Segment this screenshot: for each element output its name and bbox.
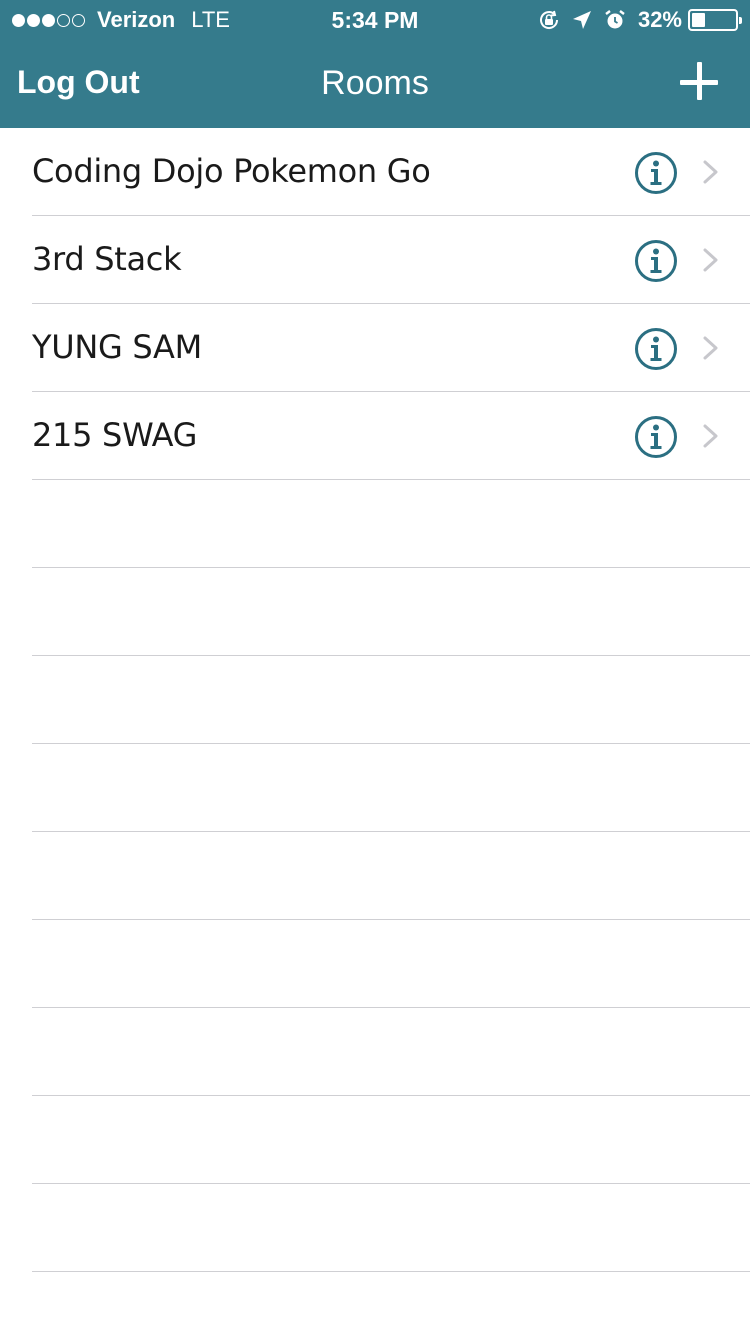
battery-percent: 32% bbox=[637, 7, 682, 32]
empty-row bbox=[0, 744, 750, 832]
status-bar: Verizon LTE 5:34 PM 32% bbox=[0, 0, 750, 40]
empty-row bbox=[0, 568, 750, 656]
empty-row bbox=[0, 1184, 750, 1272]
empty-row bbox=[0, 480, 750, 568]
empty-row bbox=[0, 920, 750, 1008]
navigation-header: Verizon LTE 5:34 PM 32% Log Out Rooms bbox=[0, 0, 750, 128]
rooms-list: Coding Dojo Pokemon Go 3rd Stack YUNG SAM 2… bbox=[0, 128, 750, 1334]
battery-tip bbox=[739, 17, 742, 24]
status-right: 32% bbox=[538, 7, 742, 33]
room-row[interactable]: YUNG SAM bbox=[0, 304, 750, 392]
empty-row bbox=[0, 1272, 750, 1334]
plus-icon[interactable] bbox=[680, 62, 720, 102]
page-title: Rooms bbox=[321, 64, 429, 102]
chevron-right-icon bbox=[700, 335, 722, 361]
room-name: 3rd Stack bbox=[32, 240, 182, 278]
empty-row bbox=[0, 832, 750, 920]
empty-row bbox=[0, 656, 750, 744]
room-row[interactable]: 3rd Stack bbox=[0, 216, 750, 304]
battery-icon bbox=[688, 9, 742, 31]
chevron-right-icon bbox=[700, 247, 722, 273]
orientation-lock-icon bbox=[538, 9, 560, 31]
info-icon[interactable] bbox=[634, 415, 678, 459]
chevron-right-icon bbox=[700, 159, 722, 185]
info-icon[interactable] bbox=[634, 151, 678, 195]
room-name: YUNG SAM bbox=[32, 328, 202, 366]
chevron-right-icon bbox=[700, 423, 722, 449]
alarm-icon bbox=[604, 9, 626, 31]
battery-level bbox=[692, 13, 706, 27]
empty-row bbox=[0, 1096, 750, 1184]
room-row[interactable]: 215 SWAG bbox=[0, 392, 750, 480]
room-name: Coding Dojo Pokemon Go bbox=[32, 152, 431, 190]
room-name: 215 SWAG bbox=[32, 416, 198, 454]
room-row[interactable]: Coding Dojo Pokemon Go bbox=[0, 128, 750, 216]
info-icon[interactable] bbox=[634, 327, 678, 371]
info-icon[interactable] bbox=[634, 239, 678, 283]
location-arrow-icon bbox=[572, 10, 592, 30]
empty-row bbox=[0, 1008, 750, 1096]
